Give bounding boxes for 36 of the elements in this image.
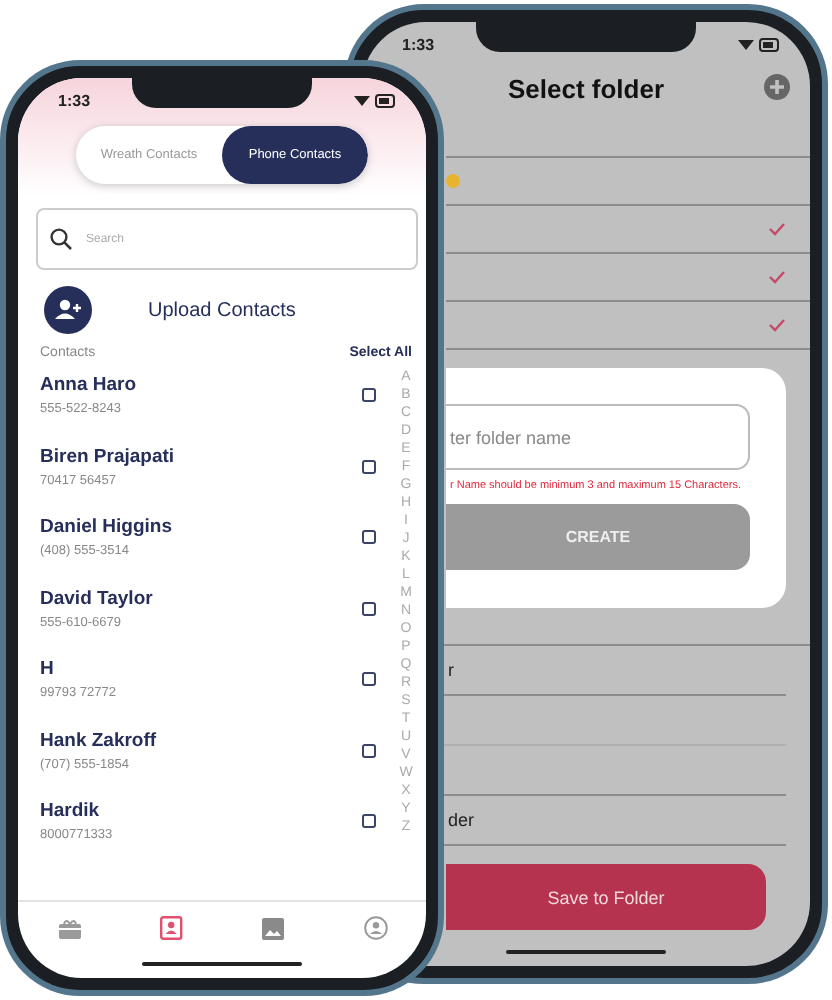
status-icons [738, 37, 782, 51]
add-icon[interactable] [764, 74, 790, 100]
contact-name[interactable]: Hank Zakroff [40, 729, 157, 752]
profile-icon[interactable] [363, 916, 387, 940]
add-contact-icon[interactable] [44, 286, 92, 334]
check-icon [768, 222, 786, 236]
contact-name[interactable]: H [40, 658, 116, 681]
check-icon [768, 270, 786, 284]
status-icons [354, 93, 398, 107]
checkbox[interactable] [362, 743, 376, 758]
contact-name[interactable]: Biren Prajapati [40, 445, 175, 468]
checkbox[interactable] [362, 459, 376, 474]
image-icon[interactable] [262, 917, 284, 939]
search-icon [50, 228, 72, 250]
gift-icon[interactable] [57, 917, 81, 939]
upload-contacts-button[interactable]: Upload Contacts [148, 299, 296, 321]
save-button[interactable]: Save to Folder [446, 864, 766, 930]
contacts-icon[interactable] [159, 916, 183, 940]
checkbox[interactable] [362, 601, 376, 616]
checkbox[interactable] [362, 530, 376, 545]
checkbox[interactable] [362, 814, 376, 829]
contact-name[interactable]: Hardik [40, 800, 113, 823]
folder-name-field[interactable]: ter folder name [446, 404, 750, 470]
check-icon [768, 318, 786, 332]
folder-name[interactable]: r [448, 660, 454, 680]
checkbox[interactable] [362, 672, 376, 687]
checkbox[interactable] [362, 388, 376, 403]
status-time: 1:33 [58, 91, 91, 109]
contact-name[interactable]: Anna Haro [40, 374, 137, 397]
create-button[interactable]: CREATE [446, 504, 750, 570]
status-time: 1:33 [402, 35, 435, 53]
contact-name[interactable]: Daniel Higgins [40, 516, 172, 539]
emoji-icon [446, 174, 460, 188]
screen-title: Select folder [507, 73, 665, 103]
folder-name[interactable]: der [448, 810, 475, 830]
contact-name[interactable]: David Taylor [40, 587, 153, 610]
